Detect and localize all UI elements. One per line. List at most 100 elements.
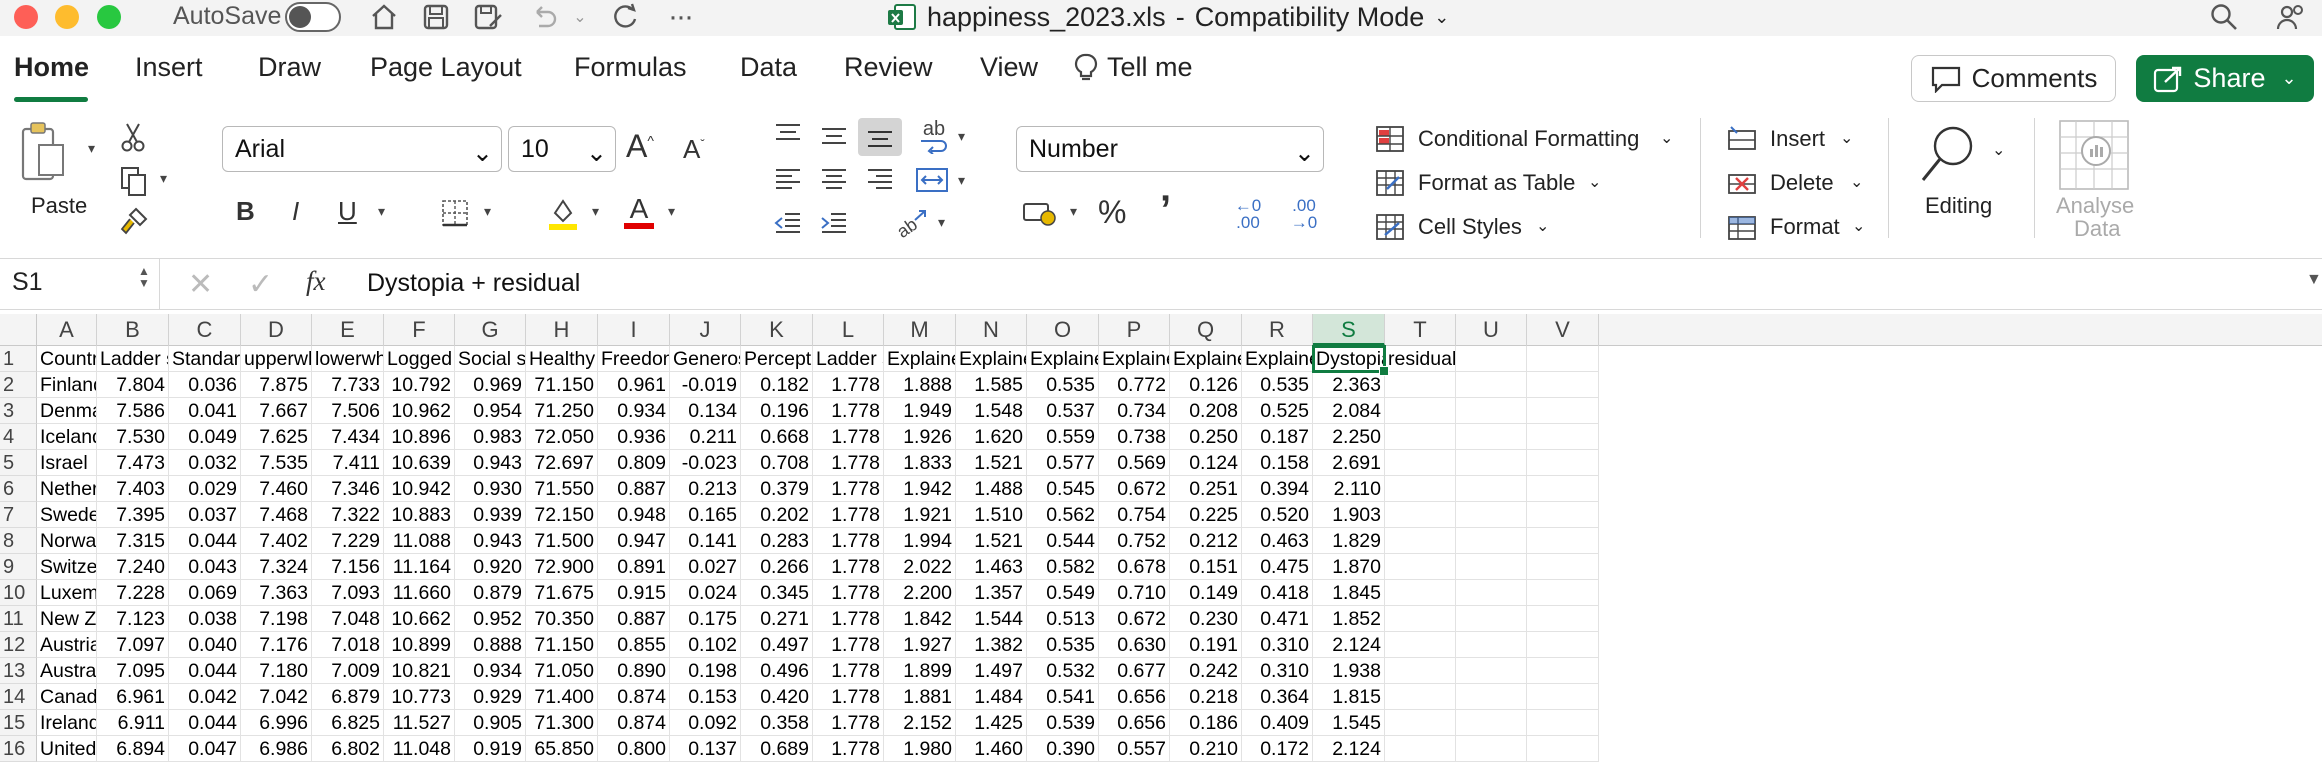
header-cell[interactable]: Country na	[37, 346, 97, 372]
table-cell[interactable]: 0.656	[1099, 684, 1170, 710]
insert-cells-button[interactable]: Insert	[1770, 126, 1825, 152]
table-cell[interactable]	[1456, 684, 1527, 710]
row-header[interactable]: 4	[0, 424, 37, 450]
table-cell[interactable]	[1527, 502, 1599, 528]
table-cell[interactable]: 72.150	[526, 502, 598, 528]
column-header-a[interactable]: A	[37, 314, 97, 346]
table-cell[interactable]: 0.345	[741, 580, 813, 606]
font-name-select[interactable]: Arial ⌄	[222, 126, 502, 172]
italic-button[interactable]: I	[292, 196, 299, 227]
table-cell[interactable]: 0.182	[741, 372, 813, 398]
table-cell[interactable]: 11.048	[384, 736, 455, 762]
table-cell[interactable]	[1527, 658, 1599, 684]
row-header[interactable]: 9	[0, 554, 37, 580]
table-cell[interactable]: 1.510	[956, 502, 1027, 528]
table-cell[interactable]: 7.434	[312, 424, 384, 450]
table-cell[interactable]: 7.506	[312, 398, 384, 424]
table-cell[interactable]: 1.585	[956, 372, 1027, 398]
table-cell[interactable]: 0.379	[741, 476, 813, 502]
table-cell[interactable]: United Stat	[37, 736, 97, 762]
table-cell[interactable]: 1.994	[884, 528, 956, 554]
table-cell[interactable]: 0.394	[1242, 476, 1313, 502]
increase-decimal-button[interactable]: ←0 .00	[1228, 194, 1268, 234]
table-cell[interactable]: 0.525	[1242, 398, 1313, 424]
table-cell[interactable]: 7.667	[241, 398, 312, 424]
table-cell[interactable]	[1456, 632, 1527, 658]
table-cell[interactable]: 0.024	[670, 580, 741, 606]
table-cell[interactable]: 0.678	[1099, 554, 1170, 580]
table-cell[interactable]: 1.888	[884, 372, 956, 398]
accounting-format-icon[interactable]	[1020, 196, 1060, 230]
table-cell[interactable]: Netherland	[37, 476, 97, 502]
table-cell[interactable]: 0.029	[169, 476, 241, 502]
header-cell[interactable]: Explained	[1170, 346, 1242, 372]
table-cell[interactable]: 0.544	[1027, 528, 1099, 554]
table-cell[interactable]: 6.986	[241, 736, 312, 762]
table-cell[interactable]: 0.172	[1242, 736, 1313, 762]
table-cell[interactable]: 0.689	[741, 736, 813, 762]
table-cell[interactable]: 0.809	[598, 450, 670, 476]
table-cell[interactable]: 0.969	[455, 372, 526, 398]
column-header-n[interactable]: N	[956, 314, 1027, 346]
table-cell[interactable]: 0.672	[1099, 476, 1170, 502]
table-cell[interactable]: 6.802	[312, 736, 384, 762]
orientation-dropdown-icon[interactable]: ▾	[938, 214, 945, 231]
table-cell[interactable]: 0.672	[1099, 606, 1170, 632]
column-header-t[interactable]: T	[1385, 314, 1456, 346]
table-cell[interactable]: 0.151	[1170, 554, 1242, 580]
table-cell[interactable]: 0.175	[670, 606, 741, 632]
table-cell[interactable]: 1.521	[956, 528, 1027, 554]
table-cell[interactable]: 0.069	[169, 580, 241, 606]
table-cell[interactable]: 1.463	[956, 554, 1027, 580]
table-cell[interactable]: 72.697	[526, 450, 598, 476]
table-cell[interactable]: 7.402	[241, 528, 312, 554]
table-cell[interactable]: 71.675	[526, 580, 598, 606]
document-title[interactable]: happiness_2023.xls - Compatibility Mode …	[887, 0, 1449, 34]
table-cell[interactable]: 0.934	[598, 398, 670, 424]
chevron-down-icon[interactable]: ⌄	[1992, 140, 2005, 160]
table-cell[interactable]: 0.919	[455, 736, 526, 762]
table-cell[interactable]: 0.153	[670, 684, 741, 710]
table-cell[interactable]	[1527, 736, 1599, 762]
table-cell[interactable]: 7.473	[97, 450, 169, 476]
table-cell[interactable]: 7.468	[241, 502, 312, 528]
table-cell[interactable]: 0.961	[598, 372, 670, 398]
borders-dropdown-icon[interactable]: ▾	[484, 203, 491, 220]
tell-me-search[interactable]: Tell me	[1073, 52, 1193, 83]
table-cell[interactable]: Norway	[37, 528, 97, 554]
table-cell[interactable]: 1.845	[1313, 580, 1385, 606]
row-header[interactable]: 7	[0, 502, 37, 528]
table-cell[interactable]: 1.903	[1313, 502, 1385, 528]
table-cell[interactable]: 1.521	[956, 450, 1027, 476]
column-header-g[interactable]: G	[455, 314, 526, 346]
share-button[interactable]: Share ⌄	[2136, 55, 2314, 102]
table-cell[interactable]	[1456, 476, 1527, 502]
table-cell[interactable]: 0.754	[1099, 502, 1170, 528]
table-cell[interactable]: 0.420	[741, 684, 813, 710]
table-cell[interactable]	[1456, 502, 1527, 528]
table-cell[interactable]: 0.283	[741, 528, 813, 554]
table-cell[interactable]: 7.018	[312, 632, 384, 658]
header-cell[interactable]: Generosity	[670, 346, 741, 372]
table-cell[interactable]: 10.899	[384, 632, 455, 658]
table-cell[interactable]: 1.497	[956, 658, 1027, 684]
table-cell[interactable]: 1.926	[884, 424, 956, 450]
table-cell[interactable]	[1385, 606, 1456, 632]
table-cell[interactable]	[1385, 580, 1456, 606]
table-cell[interactable]: 0.497	[741, 632, 813, 658]
fill-color-icon[interactable]	[546, 194, 580, 232]
table-cell[interactable]: 1.382	[956, 632, 1027, 658]
table-cell[interactable]: 1.778	[813, 372, 884, 398]
table-cell[interactable]: 6.894	[97, 736, 169, 762]
column-header-s[interactable]: S	[1313, 314, 1385, 346]
table-cell[interactable]: 0.677	[1099, 658, 1170, 684]
row-header[interactable]: 10	[0, 580, 37, 606]
table-cell[interactable]: 0.212	[1170, 528, 1242, 554]
table-cell[interactable]: 7.411	[312, 450, 384, 476]
table-cell[interactable]: 0.888	[455, 632, 526, 658]
header-cell[interactable]: Ladder sco	[97, 346, 169, 372]
table-cell[interactable]: 71.300	[526, 710, 598, 736]
table-cell[interactable]: 0.208	[1170, 398, 1242, 424]
autosave-toggle[interactable]	[285, 2, 341, 32]
table-cell[interactable]: 1.778	[813, 424, 884, 450]
